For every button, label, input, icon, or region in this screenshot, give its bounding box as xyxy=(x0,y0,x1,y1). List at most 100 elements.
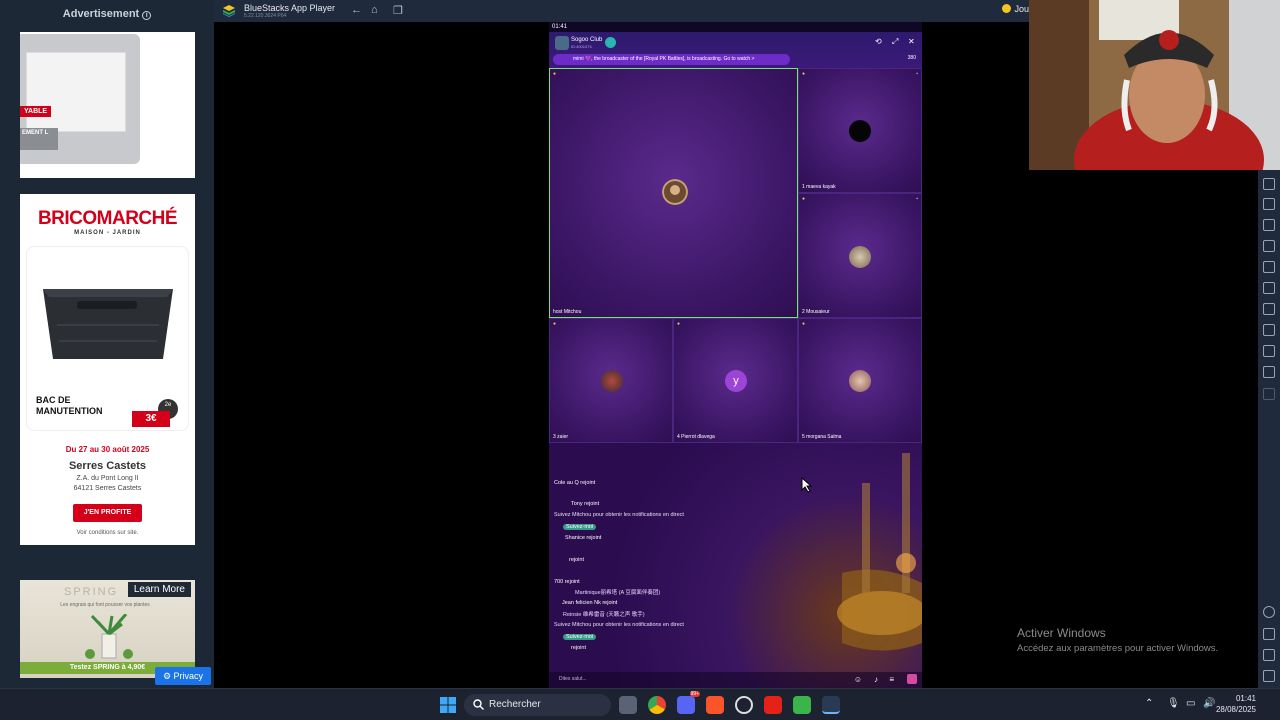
seat-name: maeva kayak xyxy=(806,184,836,190)
room-topbar: Sogoo Club ID:4001074 ⟲ ⤢ ✕ mimi 💜, the … xyxy=(549,32,922,68)
close-icon[interactable]: ✕ xyxy=(908,37,915,46)
seat-host[interactable]: ● host Mitchou xyxy=(549,68,798,318)
seat-number: 5 xyxy=(802,434,805,440)
club-avatar[interactable] xyxy=(555,36,569,50)
eco-mode-icon[interactable] xyxy=(1263,303,1275,315)
address-line-1: Z.A. du Pont Long II xyxy=(76,475,139,482)
titlebar-right-text: Jou xyxy=(1014,4,1029,14)
ad-storage-box[interactable]: YABLE EMENT L xyxy=(20,32,195,178)
media-icon[interactable] xyxy=(1263,240,1275,252)
broadcast-banner[interactable]: mimi 💜, the broadcaster of the [Royal PK… xyxy=(553,54,790,65)
taskbar-search[interactable]: Rechercher xyxy=(464,694,611,716)
info-icon[interactable]: i xyxy=(142,11,152,20)
back-nav-icon[interactable] xyxy=(1263,628,1275,640)
cta-button[interactable]: J'EN PROFITE xyxy=(73,504,142,522)
online-count[interactable]: 380 xyxy=(908,55,916,61)
ad-header-label: Advertisement xyxy=(62,8,140,20)
youtube-icon[interactable] xyxy=(764,696,782,714)
seat-number: 4 xyxy=(677,434,680,440)
seat-number: 3 xyxy=(553,434,556,440)
chrome-icon[interactable] xyxy=(648,696,666,714)
share-icon[interactable]: ⟲ xyxy=(875,37,882,46)
conditions-link[interactable]: Voir conditions sur site. xyxy=(20,530,195,536)
location-icon[interactable] xyxy=(1263,324,1275,336)
airplane-icon[interactable] xyxy=(1263,261,1275,273)
clock-time: 01:41 xyxy=(1235,694,1256,703)
chevron-up-icon[interactable]: ⌃ xyxy=(1145,698,1153,709)
more-icon[interactable] xyxy=(1263,388,1275,400)
seat-4[interactable]: ● y 4 Pierrot dlavega xyxy=(673,318,798,443)
emoji-icon[interactable]: ☺ xyxy=(854,675,862,684)
bluestacks-taskbar-icon[interactable] xyxy=(822,696,840,714)
discord-icon[interactable]: 99+ xyxy=(677,691,700,714)
back-icon[interactable]: ← xyxy=(351,4,362,16)
seat-5[interactable]: ● 5 morgana Salma xyxy=(798,318,922,443)
chat-message: Suivez Mitchou pour obtenir les notifica… xyxy=(554,622,684,628)
mouse-cursor-icon xyxy=(801,477,813,493)
menu-icon[interactable]: ≡ xyxy=(889,675,894,684)
chat-message: Martinique丽希塔 (A 豆腐面伴奏团) xyxy=(575,590,661,596)
learn-more-button[interactable]: Learn More xyxy=(127,582,191,597)
bluestacks-logo-icon xyxy=(223,5,235,17)
privacy-button[interactable]: ⚙ Privacy xyxy=(155,667,211,685)
clock[interactable]: 01:41 28/08/2025 xyxy=(1216,693,1256,715)
network-icon[interactable]: ▭ xyxy=(1186,698,1195,709)
mic-icon: ● xyxy=(802,71,806,77)
obs-icon[interactable] xyxy=(735,696,753,714)
windows-start-icon[interactable] xyxy=(440,697,456,713)
chat-message: Tony rejoint xyxy=(571,501,600,507)
seat-1[interactable]: ● ▪ 1 maeva kayak xyxy=(798,68,922,193)
price-value: 3€ xyxy=(132,411,170,427)
titlebar-right-label[interactable]: Jou xyxy=(1002,4,1029,14)
bluestacks-titlebar: BlueStacks App Player 5.22.120.3024 P64 … xyxy=(214,0,1029,22)
layers-icon[interactable] xyxy=(1263,345,1275,357)
recent-apps-icon[interactable] xyxy=(1263,670,1275,682)
taskbar: Rechercher 99+ ⌃ 🎙 ▭ 🔊 01:41 28/08/2025 xyxy=(0,688,1280,720)
gift-icon[interactable] xyxy=(907,674,917,684)
seat-5-avatar xyxy=(849,370,871,392)
ad-bricomarche[interactable]: BRICOMARCHÉ MAISON - JARDIN BAC DE MANUT… xyxy=(20,194,195,545)
home-nav-icon[interactable] xyxy=(1263,649,1275,661)
home-icon[interactable]: ⌂ xyxy=(371,4,378,16)
chat-message: rejoint xyxy=(571,645,586,651)
ad-header: Advertisement i xyxy=(0,8,214,20)
microphone-icon[interactable]: 🎙 xyxy=(1167,698,1180,709)
screenshot-icon[interactable] xyxy=(1263,198,1275,210)
ad-panel: Advertisement i YABLE EMENT L BRICOMARCHÉ… xyxy=(0,0,214,688)
multi-instance-icon[interactable]: ❐ xyxy=(393,4,403,17)
address-line-2: 64121 Serres Castets xyxy=(73,485,142,492)
mic-icon: ● xyxy=(802,321,806,327)
webcam-overlay xyxy=(1029,0,1280,170)
privacy-label: Privacy xyxy=(173,671,204,681)
chat-input[interactable]: Dites salut... xyxy=(559,676,587,682)
clock-date: 28/08/2025 xyxy=(1215,705,1256,714)
volume-icon[interactable]: 🔊 xyxy=(1203,698,1215,709)
chat-message: Shanice rejoint xyxy=(565,535,602,541)
mic-icon: ● xyxy=(553,71,557,77)
mic-toggle-icon[interactable]: ♪ xyxy=(874,675,878,684)
ad-spring[interactable]: SPRING Learn More Les engrais qui font p… xyxy=(20,580,195,678)
follow-button[interactable]: Suivez-moi xyxy=(563,634,597,640)
discord-badge: 99+ xyxy=(689,691,700,697)
follow-button[interactable]: Suivez-moi xyxy=(563,524,597,530)
mic-icon: ● xyxy=(553,321,557,327)
performance-icon[interactable] xyxy=(1263,178,1275,190)
seat-4-avatar: y xyxy=(725,370,747,392)
settings-icon[interactable] xyxy=(1263,606,1275,618)
files-icon[interactable] xyxy=(793,696,811,714)
seat-3-avatar xyxy=(601,370,623,392)
record-icon[interactable] xyxy=(1263,219,1275,231)
chat-area[interactable]: Cole au Q rejoint Tony rejoint Suivez Mi… xyxy=(549,443,922,688)
rotate-icon[interactable] xyxy=(1263,366,1275,378)
brand-subtitle: MAISON - JARDIN xyxy=(74,230,141,236)
minimize-icon[interactable]: ⤢ xyxy=(892,37,898,47)
brave-icon[interactable] xyxy=(706,696,724,714)
task-view-icon[interactable] xyxy=(619,696,637,714)
seat-name: Pierrot dlavega xyxy=(681,434,715,440)
chat-input-bar: Dites salut... ☺ ♪ ≡ xyxy=(549,672,922,688)
multi-instance-side-icon[interactable] xyxy=(1263,282,1275,294)
seat-3[interactable]: ● 3 zaier xyxy=(549,318,673,443)
seat-2[interactable]: ● ▪ 2 Mousaieur xyxy=(798,193,922,318)
search-label: Rechercher xyxy=(489,699,541,710)
seat-2-avatar xyxy=(849,246,871,268)
